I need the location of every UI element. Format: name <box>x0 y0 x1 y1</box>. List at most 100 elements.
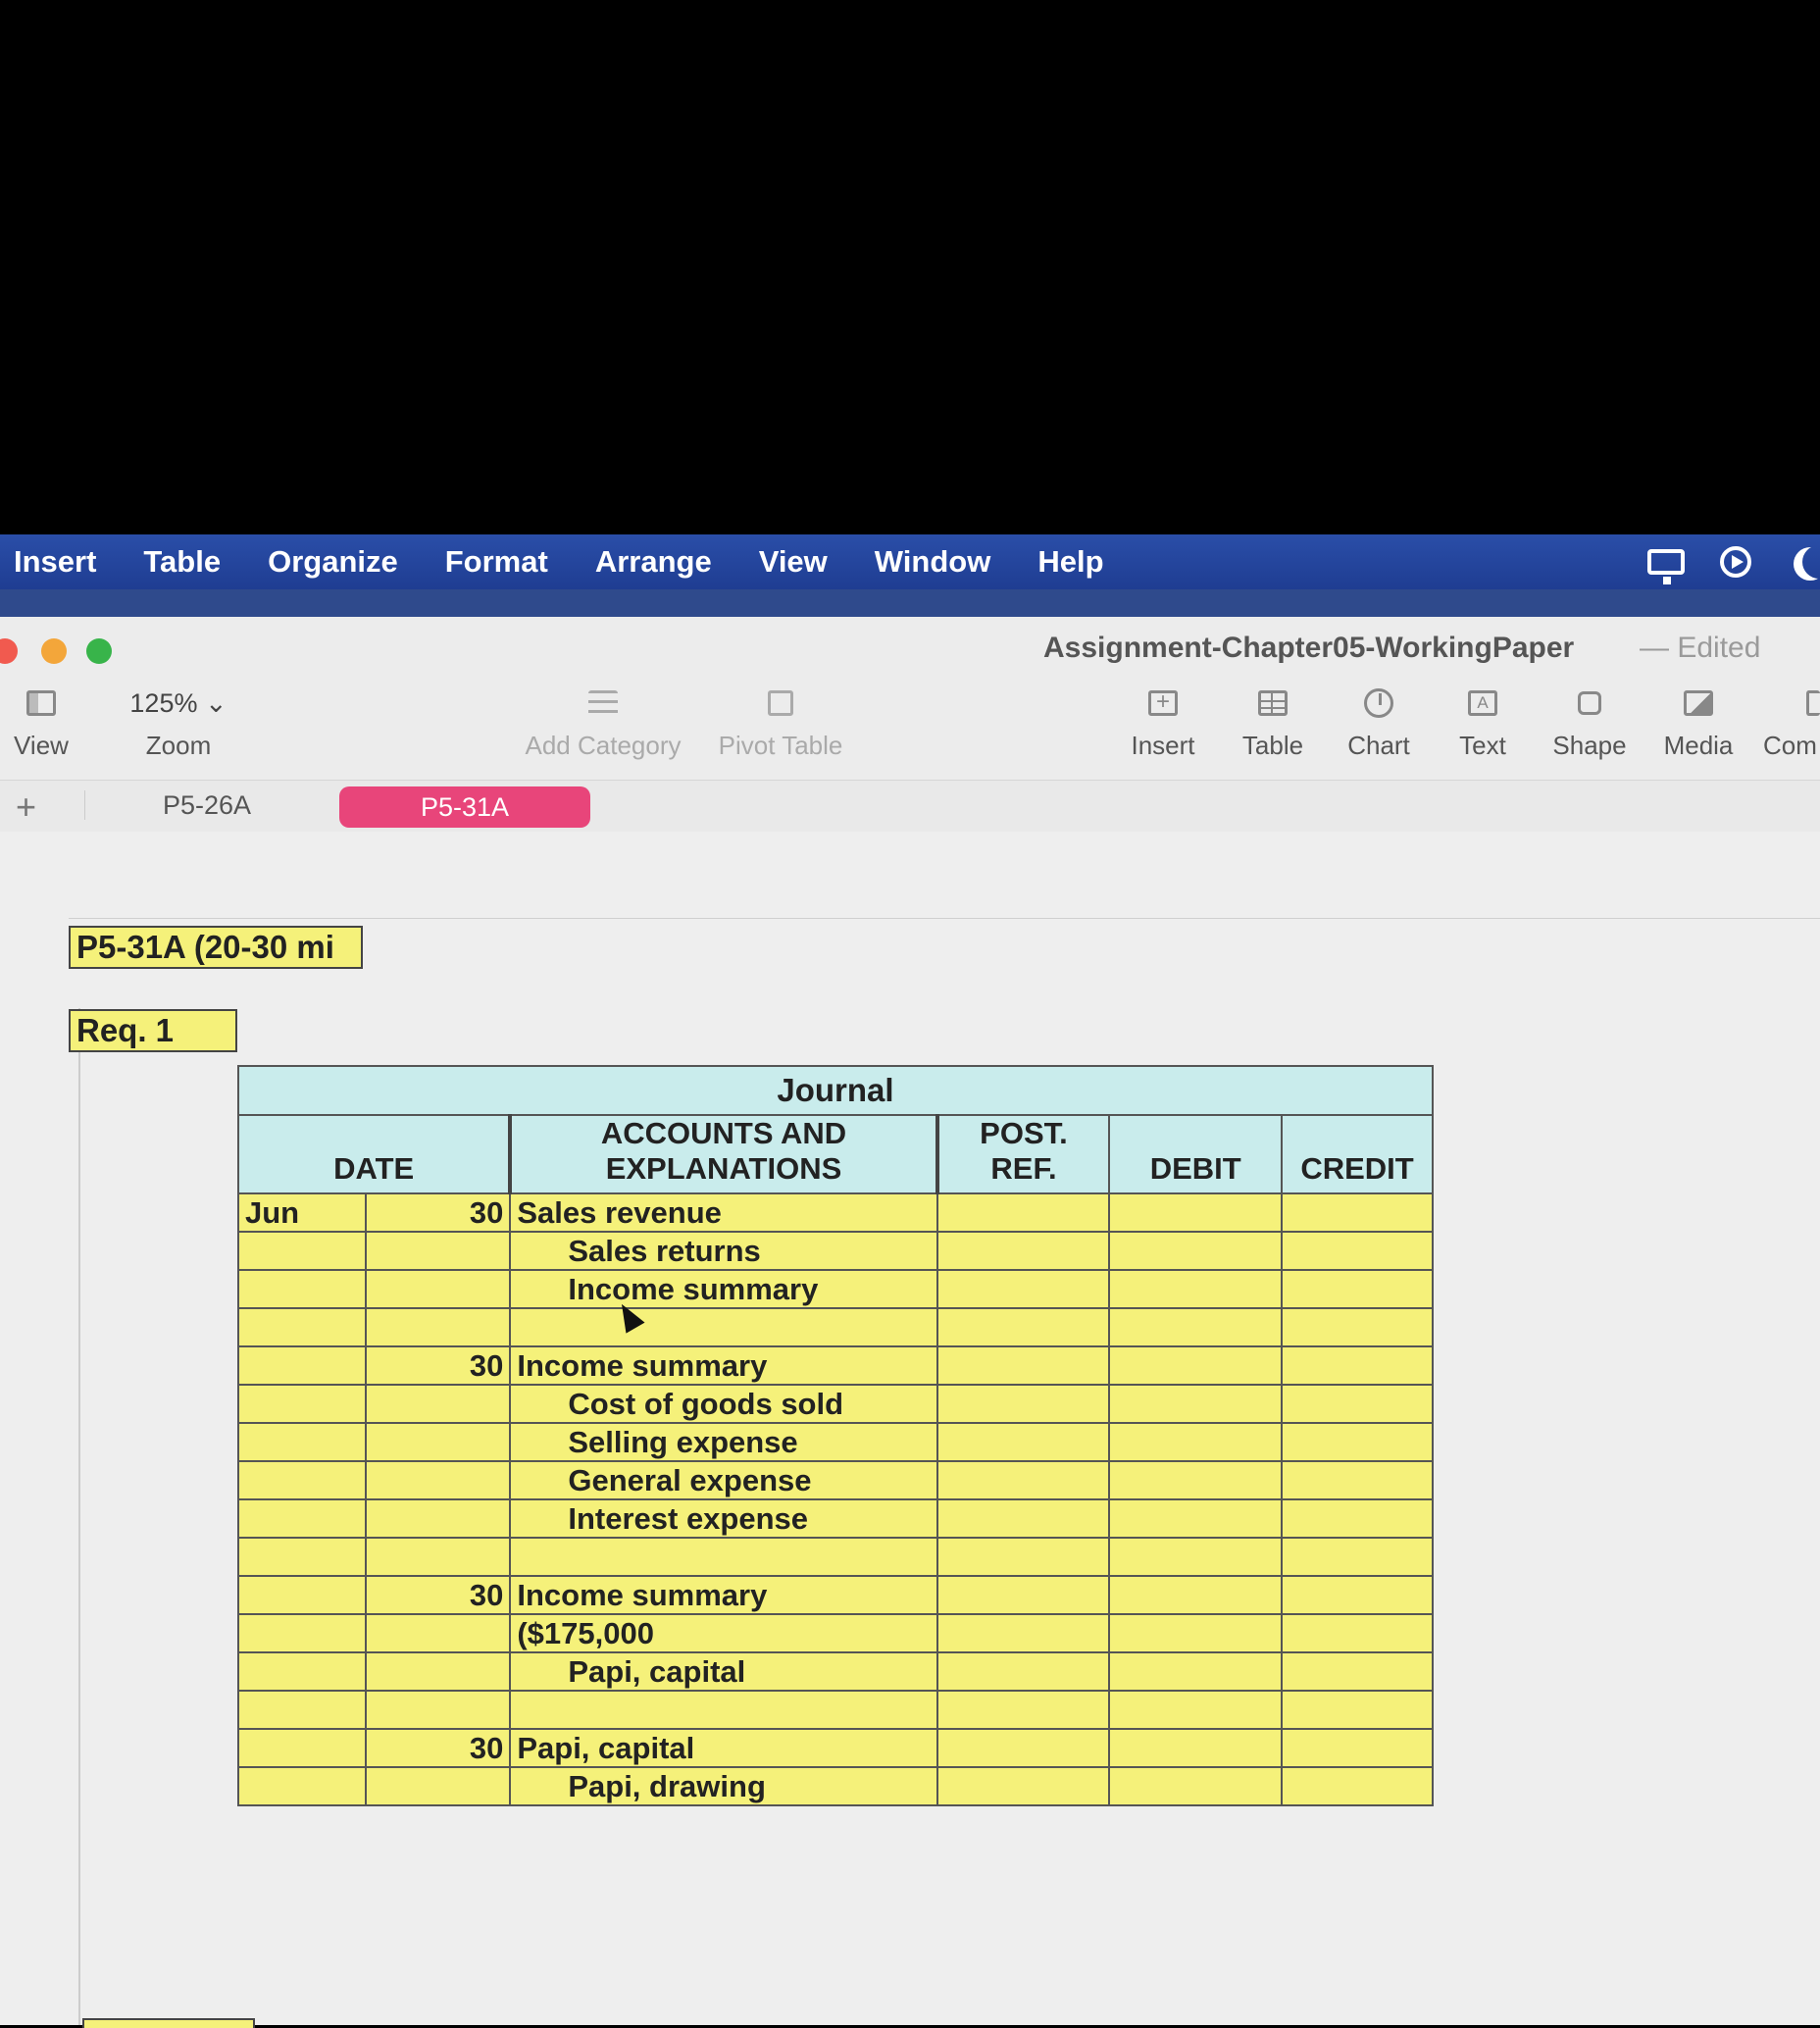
journal-post-ref-cell[interactable] <box>935 1269 1111 1309</box>
add-category-button[interactable]: Add Category <box>520 682 686 761</box>
journal-account-cell[interactable]: Selling expense <box>509 1422 938 1462</box>
journal-month-cell[interactable] <box>237 1728 367 1768</box>
journal-credit-cell[interactable] <box>1281 1460 1434 1500</box>
journal-debit-cell[interactable] <box>1108 1307 1284 1347</box>
journal-debit-cell[interactable] <box>1108 1422 1284 1462</box>
journal-post-ref-cell[interactable] <box>935 1766 1111 1806</box>
zoom-window-button[interactable] <box>86 638 112 664</box>
journal-credit-cell[interactable] <box>1281 1690 1434 1730</box>
journal-account-cell[interactable]: Papi, drawing <box>509 1766 938 1806</box>
view-button[interactable]: View <box>12 682 71 761</box>
journal-credit-cell[interactable] <box>1281 1498 1434 1539</box>
journal-day-cell[interactable] <box>364 1651 512 1692</box>
journal-credit-cell[interactable] <box>1281 1307 1434 1347</box>
journal-account-cell[interactable] <box>509 1690 938 1730</box>
journal-credit-cell[interactable] <box>1281 1575 1434 1615</box>
shape-button[interactable]: Shape <box>1547 682 1632 761</box>
journal-credit-cell[interactable] <box>1281 1728 1434 1768</box>
journal-account-cell[interactable]: Income summary <box>509 1345 938 1386</box>
tab-p5-31a[interactable]: P5-31A <box>339 786 590 828</box>
journal-credit-cell[interactable] <box>1281 1269 1434 1309</box>
menu-insert[interactable]: Insert <box>14 544 96 580</box>
tab-p5-26a[interactable]: P5-26A <box>163 790 251 821</box>
journal-month-cell[interactable] <box>237 1766 367 1806</box>
pivot-table-button[interactable]: Pivot Table <box>712 682 849 761</box>
journal-month-cell[interactable] <box>237 1231 367 1271</box>
journal-day-cell[interactable] <box>364 1766 512 1806</box>
journal-month-cell[interactable] <box>237 1460 367 1500</box>
journal-month-cell[interactable]: Jun <box>237 1192 367 1233</box>
journal-month-cell[interactable] <box>237 1651 367 1692</box>
menu-view[interactable]: View <box>759 544 828 580</box>
monitor-icon[interactable] <box>1647 549 1685 584</box>
journal-debit-cell[interactable] <box>1108 1384 1284 1424</box>
journal-account-cell[interactable]: Cost of goods sold <box>509 1384 938 1424</box>
journal-day-cell[interactable] <box>364 1690 512 1730</box>
comment-button[interactable]: Com <box>1763 682 1820 761</box>
journal-credit-cell[interactable] <box>1281 1537 1434 1577</box>
journal-day-cell[interactable] <box>364 1498 512 1539</box>
journal-account-cell[interactable]: Papi, capital <box>509 1728 938 1768</box>
journal-credit-cell[interactable] <box>1281 1384 1434 1424</box>
menu-help[interactable]: Help <box>1037 544 1103 580</box>
journal-month-cell[interactable] <box>237 1345 367 1386</box>
chart-button[interactable]: Chart <box>1340 682 1418 761</box>
journal-account-cell[interactable]: Income summary <box>509 1575 938 1615</box>
menu-table[interactable]: Table <box>143 544 221 580</box>
journal-debit-cell[interactable] <box>1108 1345 1284 1386</box>
zoom-control[interactable]: 125% ⌄ Zoom <box>116 682 241 761</box>
journal-debit-cell[interactable] <box>1108 1766 1284 1806</box>
journal-post-ref-cell[interactable] <box>935 1384 1111 1424</box>
journal-account-cell[interactable]: Sales returns <box>509 1231 938 1271</box>
problem-label-cell[interactable]: P5-31A (20-30 mi <box>69 926 363 969</box>
journal-debit-cell[interactable] <box>1108 1613 1284 1653</box>
journal-day-cell[interactable] <box>364 1460 512 1500</box>
journal-month-cell[interactable] <box>237 1575 367 1615</box>
add-sheet-button[interactable]: + <box>16 786 36 828</box>
journal-day-cell[interactable]: 30 <box>364 1728 512 1768</box>
journal-credit-cell[interactable] <box>1281 1651 1434 1692</box>
req-label-cell[interactable]: Req. 1 <box>69 1009 237 1052</box>
journal-day-cell[interactable]: 30 <box>364 1345 512 1386</box>
table-button[interactable]: Table <box>1234 682 1312 761</box>
journal-account-cell[interactable]: ($175,000 <box>509 1613 938 1653</box>
menu-organize[interactable]: Organize <box>268 544 398 580</box>
journal-post-ref-cell[interactable] <box>935 1192 1111 1233</box>
journal-debit-cell[interactable] <box>1108 1575 1284 1615</box>
zoom-value[interactable]: 125% ⌄ <box>116 682 241 725</box>
journal-credit-cell[interactable] <box>1281 1766 1434 1806</box>
journal-post-ref-cell[interactable] <box>935 1575 1111 1615</box>
journal-month-cell[interactable] <box>237 1613 367 1653</box>
journal-day-cell[interactable] <box>364 1537 512 1577</box>
journal-post-ref-cell[interactable] <box>935 1537 1111 1577</box>
journal-account-cell[interactable]: Papi, capital <box>509 1651 938 1692</box>
journal-month-cell[interactable] <box>237 1384 367 1424</box>
journal-month-cell[interactable] <box>237 1498 367 1539</box>
journal-debit-cell[interactable] <box>1108 1498 1284 1539</box>
journal-month-cell[interactable] <box>237 1269 367 1309</box>
journal-post-ref-cell[interactable] <box>935 1422 1111 1462</box>
minimize-window-button[interactable] <box>41 638 67 664</box>
journal-debit-cell[interactable] <box>1108 1651 1284 1692</box>
menu-window[interactable]: Window <box>875 544 991 580</box>
journal-post-ref-cell[interactable] <box>935 1613 1111 1653</box>
next-label-cell[interactable] <box>82 2018 255 2028</box>
journal-account-cell[interactable]: Interest expense <box>509 1498 938 1539</box>
journal-credit-cell[interactable] <box>1281 1422 1434 1462</box>
journal-credit-cell[interactable] <box>1281 1192 1434 1233</box>
moon-icon[interactable] <box>1802 545 1820 579</box>
journal-day-cell[interactable] <box>364 1613 512 1653</box>
journal-day-cell[interactable]: 30 <box>364 1575 512 1615</box>
journal-post-ref-cell[interactable] <box>935 1460 1111 1500</box>
text-button[interactable]: A Text <box>1443 682 1522 761</box>
journal-month-cell[interactable] <box>237 1690 367 1730</box>
journal-debit-cell[interactable] <box>1108 1460 1284 1500</box>
journal-month-cell[interactable] <box>237 1307 367 1347</box>
journal-month-cell[interactable] <box>237 1422 367 1462</box>
journal-post-ref-cell[interactable] <box>935 1231 1111 1271</box>
journal-account-cell[interactable]: Income summary <box>509 1269 938 1309</box>
journal-post-ref-cell[interactable] <box>935 1651 1111 1692</box>
journal-debit-cell[interactable] <box>1108 1269 1284 1309</box>
journal-post-ref-cell[interactable] <box>935 1345 1111 1386</box>
journal-account-cell[interactable]: General expense <box>509 1460 938 1500</box>
